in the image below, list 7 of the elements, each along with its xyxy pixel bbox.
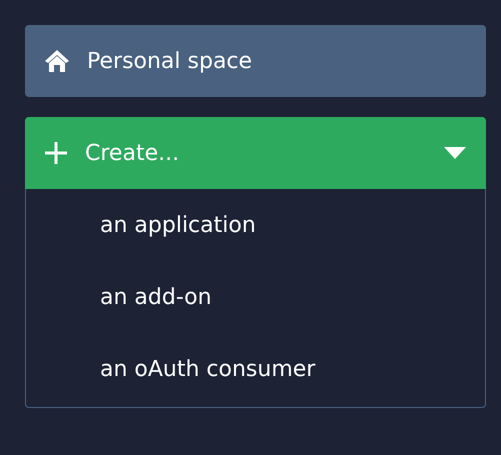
personal-space-button[interactable]: Personal space [25,25,486,97]
menu-item[interactable]: an oAuth consumer [26,333,485,405]
menu-item[interactable]: an add-on [26,261,485,333]
menu-item[interactable]: an application [26,189,485,261]
home-icon [45,50,69,72]
plus-icon [45,142,67,164]
caret-icon [444,147,466,159]
